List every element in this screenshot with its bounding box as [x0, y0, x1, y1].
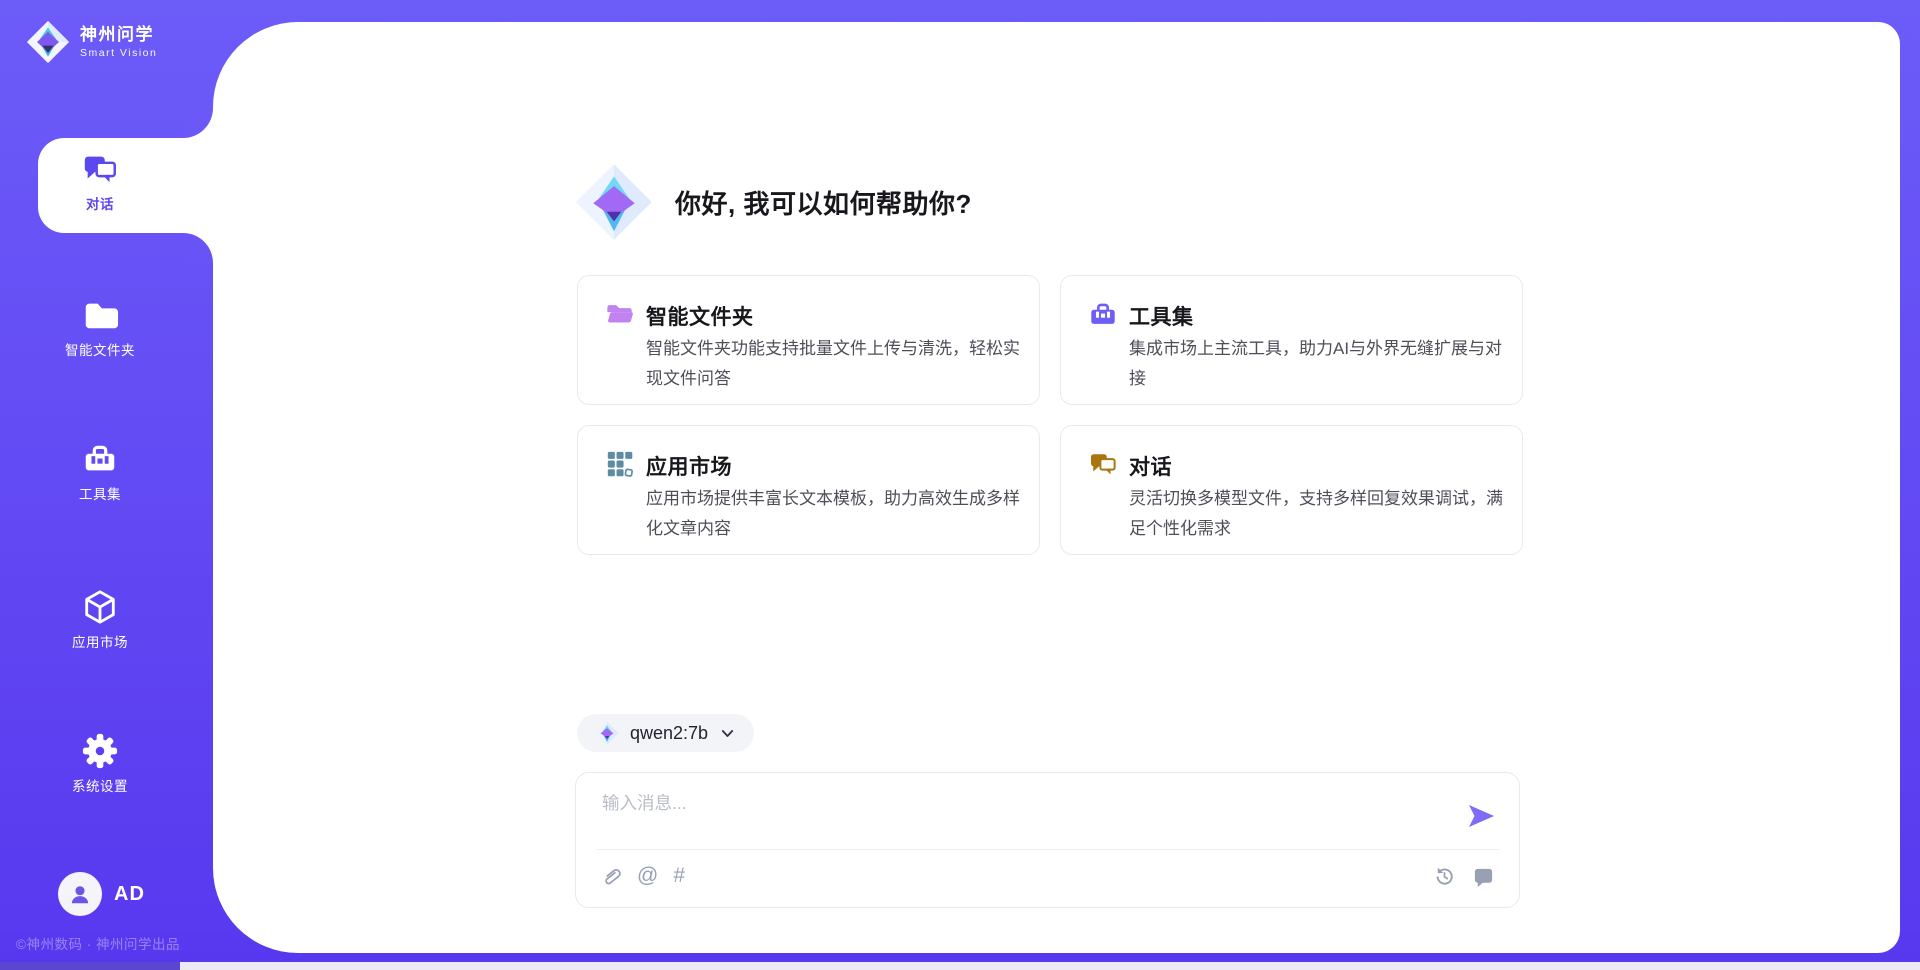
sidebar-item-label: 智能文件夹	[35, 339, 165, 359]
sidebar-item-label: 系统设置	[35, 775, 165, 795]
sidebar-item-settings[interactable]: 系统设置	[35, 732, 165, 795]
card-title: 工具集	[1129, 301, 1194, 331]
brand-subtitle: Smart Vision	[80, 47, 157, 59]
history-button[interactable]	[1433, 863, 1456, 889]
tab-flare-top	[183, 108, 213, 138]
card-title: 对话	[1129, 451, 1172, 481]
model-gem-icon	[595, 721, 619, 745]
app-window: 神州问学 Smart Vision 对话 智能文件夹 工具集	[0, 0, 1920, 970]
sidebar-item-label: 对话	[35, 193, 165, 213]
card-smart-folder[interactable]: 智能文件夹 智能文件夹功能支持批量文件上传与清洗，轻松实现文件问答	[577, 275, 1040, 405]
chat-bubbles-icon	[81, 150, 119, 188]
at-icon: @	[637, 864, 658, 888]
folder-icon	[81, 296, 119, 334]
sidebar-item-app-market[interactable]: 应用市场	[35, 588, 165, 651]
paperclip-icon	[600, 864, 622, 888]
greeting-text: 你好, 我可以如何帮助你?	[675, 184, 972, 221]
mention-button[interactable]: @	[637, 863, 658, 889]
app-grid-icon	[605, 449, 635, 479]
greeting-gem-icon	[575, 163, 653, 241]
greeting: 你好, 我可以如何帮助你?	[575, 160, 972, 244]
sidebar-footer: ©神州数码 · 神州问学出品	[16, 933, 236, 953]
folder-open-icon	[605, 299, 635, 329]
hash-icon: #	[673, 864, 685, 888]
person-icon	[67, 881, 93, 907]
user-initials: AD	[114, 883, 145, 906]
message-composer: @ #	[575, 772, 1520, 908]
model-name: qwen2:7b	[630, 723, 708, 744]
feedback-button[interactable]	[1472, 863, 1495, 889]
sidebar-item-label: 工具集	[35, 483, 165, 503]
horizontal-scrollbar[interactable]	[0, 962, 1920, 970]
brand-name: 神州问学	[80, 25, 157, 45]
brand-logo: 神州问学 Smart Vision	[26, 20, 157, 64]
composer-divider	[596, 849, 1499, 850]
tab-flare-bottom	[183, 233, 213, 263]
card-title: 应用市场	[646, 451, 732, 481]
send-icon	[1465, 800, 1497, 832]
card-description: 灵活切换多模型文件，支持多样回复效果调试，满足个性化需求	[1129, 484, 1507, 544]
sidebar-item-label: 应用市场	[35, 631, 165, 651]
card-app-market[interactable]: 应用市场 应用市场提供丰富长文本模板，助力高效生成多样化文章内容	[577, 425, 1040, 555]
card-description: 智能文件夹功能支持批量文件上传与清洗，轻松实现文件问答	[646, 334, 1024, 394]
comment-icon	[1472, 865, 1495, 888]
toolbox-icon	[81, 440, 119, 478]
card-chat[interactable]: 对话 灵活切换多模型文件，支持多样回复效果调试，满足个性化需求	[1060, 425, 1523, 555]
model-selector[interactable]: qwen2:7b	[577, 714, 754, 752]
chat-bubbles-icon	[1088, 449, 1118, 479]
card-description: 应用市场提供丰富长文本模板，助力高效生成多样化文章内容	[646, 484, 1024, 544]
user-account[interactable]: AD	[58, 872, 145, 916]
gear-icon	[81, 732, 119, 770]
avatar	[58, 872, 102, 916]
briefcase-icon	[1088, 299, 1118, 329]
send-button[interactable]	[1465, 800, 1497, 832]
message-input[interactable]	[600, 788, 1434, 846]
card-toolbox[interactable]: 工具集 集成市场上主流工具，助力AI与外界无缝扩展与对接	[1060, 275, 1523, 405]
sidebar-item-toolbox[interactable]: 工具集	[35, 440, 165, 503]
history-icon	[1433, 865, 1456, 888]
topic-button[interactable]: #	[673, 863, 685, 889]
attach-file-button[interactable]	[600, 863, 622, 889]
sidebar-item-chat[interactable]: 对话	[35, 150, 165, 213]
cube-icon	[81, 588, 119, 626]
chevron-down-icon	[719, 725, 736, 742]
card-title: 智能文件夹	[646, 301, 754, 331]
card-description: 集成市场上主流工具，助力AI与外界无缝扩展与对接	[1129, 334, 1507, 394]
brand-gem-icon	[26, 20, 70, 64]
sidebar-item-smart-folder[interactable]: 智能文件夹	[35, 296, 165, 359]
